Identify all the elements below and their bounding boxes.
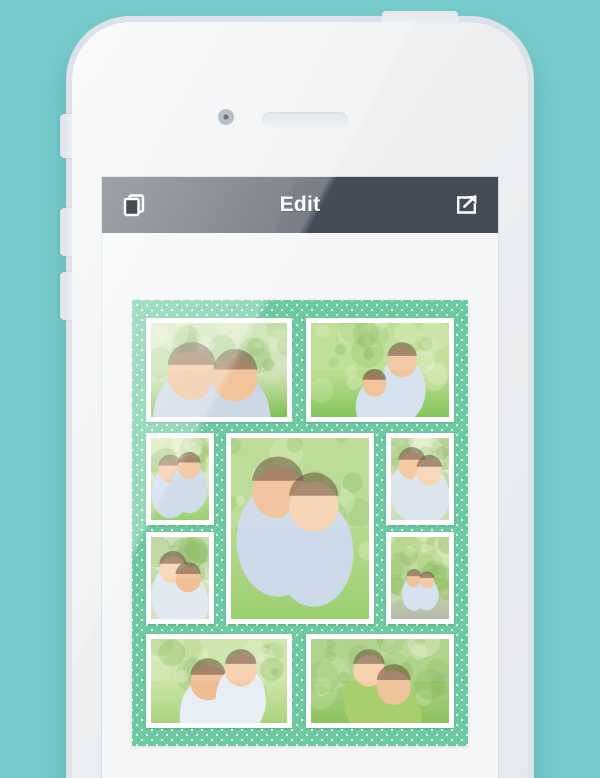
photo-image (231, 438, 369, 619)
volume-down-button[interactable] (60, 272, 74, 320)
collage-photo-1[interactable] (146, 318, 292, 422)
collage-photo-8[interactable] (146, 634, 292, 728)
volume-up-button[interactable] (60, 208, 74, 256)
front-camera (218, 109, 234, 125)
collage-photo-3[interactable] (146, 433, 214, 525)
layers-copy-button[interactable] (116, 187, 152, 223)
layers-copy-icon (122, 193, 146, 217)
page-title: Edit (102, 193, 498, 217)
photo-image (311, 639, 449, 723)
collage-board[interactable] (132, 300, 468, 746)
photo-image (151, 323, 287, 417)
collage-photo-6[interactable] (146, 532, 214, 624)
phone-screen: Edit (102, 177, 498, 778)
silent-switch-button[interactable] (60, 114, 74, 158)
share-button[interactable] (448, 187, 484, 223)
photo-image (151, 639, 287, 723)
power-button[interactable] (382, 11, 458, 25)
photo-image (391, 537, 449, 619)
screenshot-stage: Edit (0, 0, 600, 778)
collage-photo-2[interactable] (306, 318, 454, 422)
earpiece-speaker (262, 112, 348, 128)
photo-image (151, 537, 209, 619)
photo-image (391, 438, 449, 520)
collage-photo-7[interactable] (386, 532, 454, 624)
app-top-bar: Edit (102, 177, 498, 233)
collage-photo-5[interactable] (386, 433, 454, 525)
phone-device: Edit (72, 22, 528, 778)
collage-photo-9[interactable] (306, 634, 454, 728)
photo-image (311, 323, 449, 417)
photo-image (151, 438, 209, 520)
collage-canvas-area[interactable] (102, 233, 498, 778)
share-icon (454, 193, 479, 217)
collage-photo-4[interactable] (226, 433, 374, 624)
